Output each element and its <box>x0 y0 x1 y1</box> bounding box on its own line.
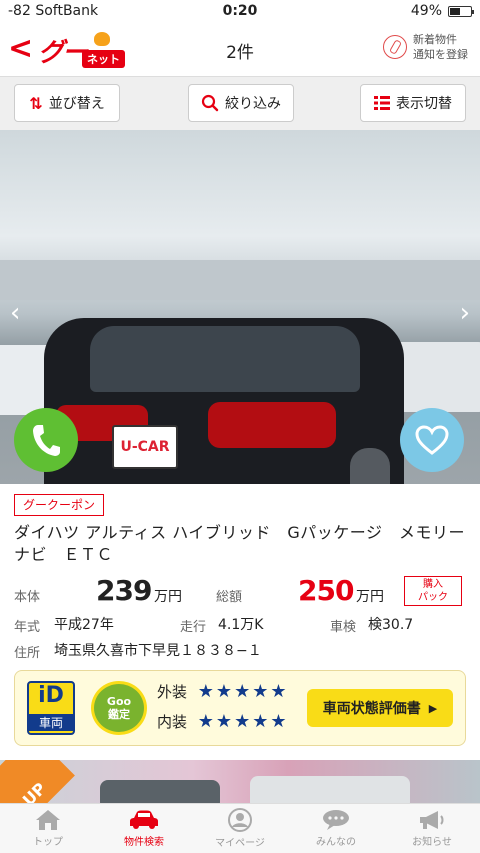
play-triangle-icon: ▶ <box>428 701 438 715</box>
search-icon <box>201 94 219 112</box>
sort-arrows-icon: ⇅ <box>29 93 43 113</box>
paperclip-icon <box>383 35 407 59</box>
clock: 0:20 <box>222 3 258 19</box>
tab-top[interactable]: トップ <box>0 804 96 853</box>
evaluation-report-label: 車両状態評価書 <box>322 701 421 717</box>
mileage-label: 走行 <box>180 620 207 635</box>
body-price-unit: 万円 <box>154 589 182 605</box>
id-vehicle-logo: iD 車両 <box>27 681 75 735</box>
seal-line1: Goo <box>106 695 132 708</box>
favorite-button[interactable] <box>400 408 464 472</box>
price-row: 本体 239 万円 総額 250 万円 購入 パック <box>14 574 466 610</box>
heart-icon <box>415 425 449 455</box>
battery-percent: 49% <box>410 3 442 19</box>
interior-rating: 内装 ★★★★★ <box>157 711 288 732</box>
tab-notices-label: お知らせ <box>412 837 452 848</box>
sort-label: 並び替え <box>48 96 105 112</box>
inspection-label: 車検 <box>330 620 357 635</box>
id-logo-sub: 車両 <box>29 714 73 731</box>
license-plate: U-CAR <box>112 425 178 469</box>
screen: -82 SoftBank 0:20 49% < グー ネット 2件 新着物件 通… <box>0 0 480 853</box>
inspection: 検30.7 <box>368 617 414 633</box>
battery-icon <box>448 5 474 17</box>
evaluation-report-button[interactable]: 車両状態評価書 ▶ <box>307 689 453 727</box>
sort-button[interactable]: ⇅ 並び替え <box>14 84 120 122</box>
toolbar: ⇅ 並び替え 絞り込み 表示切替 <box>0 76 480 130</box>
chat-bubble-icon <box>323 810 349 830</box>
user-icon <box>228 808 252 832</box>
exterior-label: 外装 <box>157 683 188 701</box>
address-label: 住所 <box>14 646 41 661</box>
goo-appraisal-seal: Goo 鑑定 <box>91 681 147 735</box>
car-wheel <box>350 448 390 484</box>
total-label: 総額 <box>216 590 243 605</box>
megaphone-icon <box>420 811 444 829</box>
body-price: 239 <box>96 574 152 607</box>
phone-icon <box>33 425 60 456</box>
model-year: 平成27年 <box>54 617 114 633</box>
call-button[interactable] <box>14 408 78 472</box>
tab-mypage[interactable]: マイページ <box>192 804 288 853</box>
list-icon <box>374 96 390 110</box>
tab-search-label: 物件検索 <box>124 837 164 848</box>
tab-notices[interactable]: お知らせ <box>384 804 480 853</box>
car-taillight-right <box>208 402 336 448</box>
purchase-pack-line1: 購入 <box>423 579 443 590</box>
notify-line-2: 通知を登録 <box>413 48 468 61</box>
mileage: 4.1万K <box>218 617 264 633</box>
tab-mypage-label: マイページ <box>215 838 265 849</box>
interior-label: 内装 <box>157 713 188 731</box>
total-price: 250 <box>298 574 354 607</box>
status-bar: -82 SoftBank 0:20 49% <box>0 0 480 24</box>
bottom-tab-bar: トップ 物件検索 マイページ みんなの お知らせ <box>0 803 480 853</box>
tab-community-label: みんなの <box>316 837 356 848</box>
next-photo-arrow-icon[interactable]: › <box>460 298 470 328</box>
exterior-stars: ★★★★★ <box>197 681 289 702</box>
spec-row: 年式 平成27年 走行 4.1万K 車検 検30.7 <box>14 614 466 636</box>
filter-label: 絞り込み <box>225 96 281 112</box>
address-row: 住所 埼玉県久喜市下早見１８３８−１ <box>14 640 466 662</box>
view-toggle-button[interactable]: 表示切替 <box>360 84 466 122</box>
purchase-pack-badge: 購入 パック <box>404 576 462 606</box>
interior-stars: ★★★★★ <box>197 711 289 732</box>
previous-photo-arrow-icon[interactable]: ‹ <box>10 298 20 328</box>
plate-text: U-CAR <box>120 439 170 455</box>
car-rear-window <box>90 326 360 392</box>
register-notification-button[interactable]: 新着物件 通知を登録 <box>383 32 468 62</box>
seal-line2: 鑑定 <box>108 708 130 721</box>
coupon-badge: グークーポン <box>14 494 105 516</box>
vehicle-evaluation-box: iD 車両 Goo 鑑定 外装 ★★★★★ 内装 ★★★★★ 車両状態評価書 ▶ <box>14 670 466 746</box>
id-logo-text: iD <box>38 683 64 708</box>
tab-community[interactable]: みんなの <box>288 804 384 853</box>
view-label: 表示切替 <box>396 96 452 112</box>
tab-top-label: トップ <box>33 837 63 848</box>
car-title[interactable]: ダイハツ アルティス ハイブリッド Gパッケージ メモリーナビ ＥＴＣ <box>14 522 466 566</box>
filter-button[interactable]: 絞り込み <box>188 84 294 122</box>
tab-search[interactable]: 物件検索 <box>96 804 192 853</box>
car-icon <box>130 810 158 829</box>
year-label: 年式 <box>14 620 41 635</box>
background-building <box>0 260 480 300</box>
purchase-pack-line2: パック <box>418 592 448 603</box>
exterior-rating: 外装 ★★★★★ <box>157 681 288 702</box>
battery-indicator: 49% <box>410 3 474 19</box>
home-icon <box>36 810 60 830</box>
price-label: 本体 <box>14 590 41 605</box>
total-price-unit: 万円 <box>356 589 384 605</box>
car-photo-carousel[interactable]: U-CAR ‹ › <box>0 130 480 484</box>
notify-line-1: 新着物件 <box>413 33 457 46</box>
address: 埼玉県久喜市下早見１８３８−１ <box>54 643 262 659</box>
navigation-bar: < グー ネット 2件 新着物件 通知を登録 <box>0 24 480 76</box>
